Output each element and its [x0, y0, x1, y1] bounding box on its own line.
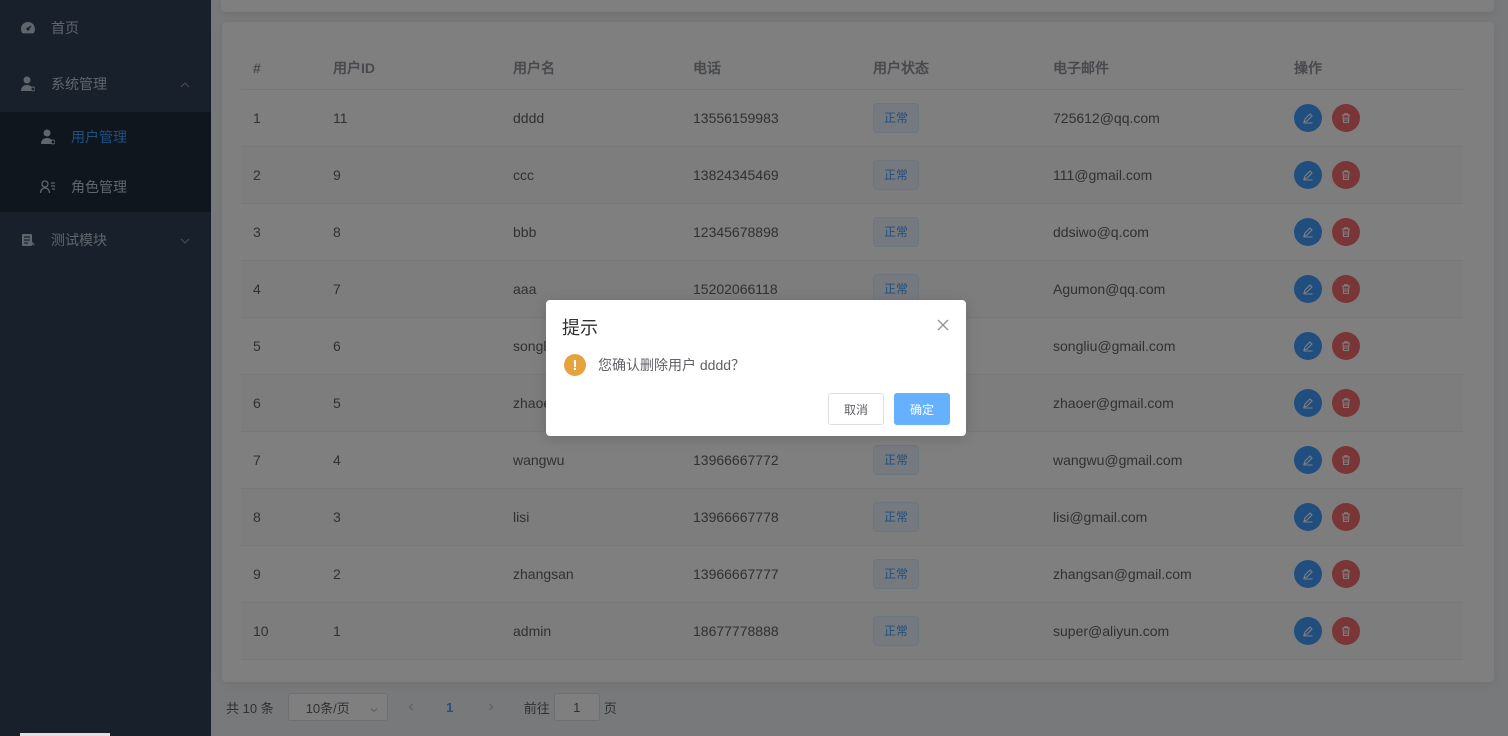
dialog-body: ! 您确认删除用户 dddd？ [564, 354, 745, 376]
confirm-button[interactable]: 确定 [894, 393, 950, 425]
dialog-title: 提示 [562, 318, 598, 338]
warning-icon: ! [564, 354, 586, 376]
close-icon[interactable] [936, 318, 950, 332]
dialog-message: 您确认删除用户 dddd？ [598, 357, 746, 373]
cancel-button[interactable]: 取消 [828, 393, 884, 425]
confirm-dialog: 提示 ! 您确认删除用户 dddd？ 取消 确定 [546, 300, 966, 436]
